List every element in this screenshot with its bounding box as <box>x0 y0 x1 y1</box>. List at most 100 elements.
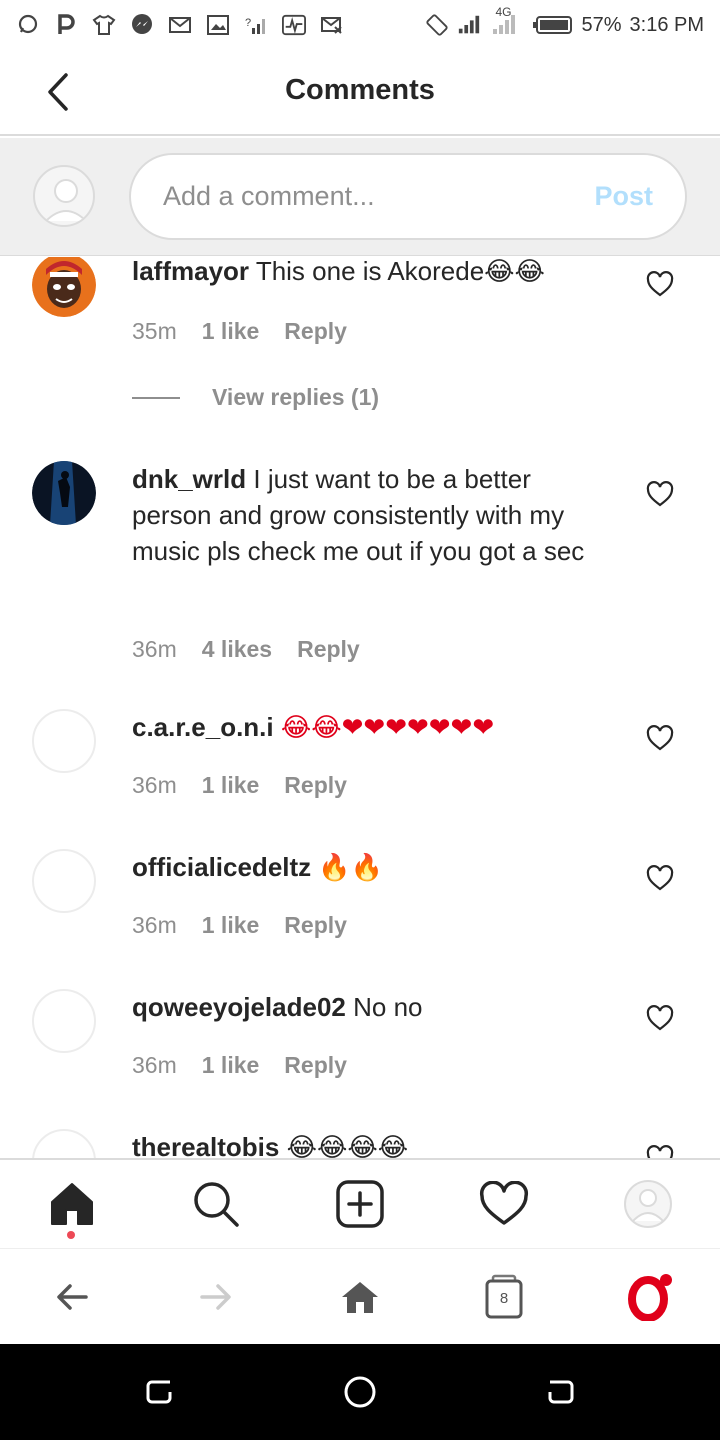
comment-meta: 35m 1 like Reply <box>132 318 347 345</box>
opera-menu-button[interactable] <box>624 1273 672 1321</box>
comment-meta: 36m 4 likes Reply <box>132 636 360 663</box>
like-heart-icon[interactable] <box>646 1145 674 1158</box>
nav-add-post-button[interactable] <box>332 1176 388 1232</box>
comment-likes[interactable]: 1 like <box>202 772 260 799</box>
comment-text: officialicedeltz 🔥🔥 <box>132 849 612 885</box>
battery-icon <box>531 13 573 37</box>
pulse-icon <box>282 13 306 37</box>
default-avatar-icon <box>45 179 87 222</box>
battery-percent: 57% <box>581 13 622 36</box>
p-app-icon <box>54 13 78 37</box>
home-circle-icon <box>344 1376 376 1408</box>
home-button[interactable] <box>340 1372 380 1412</box>
tshirt-icon <box>92 13 116 37</box>
divider-line <box>132 396 180 399</box>
network-type-label: 4G <box>495 5 512 19</box>
browser-forward-button[interactable] <box>192 1273 240 1321</box>
comment-text: therealtobis 😂😂😂😂 <box>132 1129 612 1158</box>
comment-item: c.a.r.e_o.n.i 😂😂❤❤❤❤❤❤❤ 36m 1 like Reply <box>0 709 720 819</box>
comment-box: Post <box>129 153 687 240</box>
comment-username[interactable]: officialicedeltz <box>132 852 311 882</box>
rotate-icon <box>425 13 449 37</box>
reply-button[interactable]: Reply <box>284 912 347 939</box>
comment-input[interactable] <box>163 181 595 212</box>
opera-icon <box>628 1274 672 1321</box>
browser-toolbar: 8 <box>0 1248 720 1344</box>
notification-dot <box>67 1231 75 1239</box>
comments-header: Comments <box>0 50 720 136</box>
comment-username[interactable]: qoweeyojelade02 <box>132 992 346 1022</box>
signal-unknown-icon: ? <box>244 13 268 37</box>
like-heart-icon[interactable] <box>646 725 674 751</box>
comment-body: No no <box>353 992 423 1022</box>
status-bar-notifications: ? <box>16 13 344 37</box>
comment-meta: 36m 1 like Reply <box>132 912 347 939</box>
svg-text:?: ? <box>245 17 251 29</box>
comment-time: 36m <box>132 912 177 938</box>
mail-off-icon <box>320 13 344 37</box>
comment-text: dnk_wrld I just want to be a better pers… <box>132 461 612 569</box>
comment-username[interactable]: dnk_wrld <box>132 464 246 494</box>
status-bar-system: 4G 57% 3:16 PM <box>425 5 704 37</box>
comment-time: 35m <box>132 318 177 344</box>
avatar <box>33 165 95 227</box>
comment-text: qoweeyojelade02 No no <box>132 989 612 1025</box>
comment-likes[interactable]: 1 like <box>202 912 260 939</box>
comment-username[interactable]: laffmayor <box>132 257 249 286</box>
app-bottom-nav <box>0 1158 720 1248</box>
avatar[interactable] <box>32 257 96 317</box>
like-heart-icon[interactable] <box>646 865 674 891</box>
nav-home-button[interactable] <box>44 1176 100 1232</box>
search-icon <box>194 1182 239 1227</box>
comments-list[interactable]: laffmayor This one is Akorede😂😂 35m 1 li… <box>0 257 720 1158</box>
view-replies-label: View replies (1) <box>212 384 380 410</box>
nav-search-button[interactable] <box>188 1176 244 1232</box>
page-title: Comments <box>285 74 435 106</box>
recents-button[interactable] <box>140 1372 180 1412</box>
avatar[interactable] <box>32 989 96 1053</box>
add-post-icon <box>336 1180 384 1228</box>
system-back-button[interactable] <box>540 1372 580 1412</box>
4g-signal-icon: 4G <box>489 5 523 37</box>
nav-profile-button[interactable] <box>620 1176 676 1232</box>
signal-icon <box>457 13 481 37</box>
tab-count: 8 <box>499 1290 509 1307</box>
home-icon <box>51 1183 93 1225</box>
comment-item: dnk_wrld I just want to be a better pers… <box>0 461 720 681</box>
comment-text: c.a.r.e_o.n.i 😂😂❤❤❤❤❤❤❤ <box>132 709 612 745</box>
cartoon-avatar-image <box>32 257 96 317</box>
comment-username[interactable]: c.a.r.e_o.n.i <box>132 712 274 742</box>
gallery-icon <box>206 13 230 37</box>
browser-back-button[interactable] <box>48 1273 96 1321</box>
reply-button[interactable]: Reply <box>297 636 360 663</box>
comment-text: laffmayor This one is Akorede😂😂 <box>132 257 612 289</box>
browser-tabs-button[interactable]: 8 <box>480 1273 528 1321</box>
comment-likes[interactable]: 4 likes <box>202 636 272 663</box>
comment-username[interactable]: therealtobis <box>132 1132 279 1158</box>
post-button[interactable]: Post <box>594 181 653 212</box>
like-heart-icon[interactable] <box>646 271 674 297</box>
browser-home-button[interactable] <box>336 1273 384 1321</box>
comment-item: officialicedeltz 🔥🔥 36m 1 like Reply <box>0 849 720 959</box>
chat-bubble-icon <box>16 13 40 37</box>
comment-time: 36m <box>132 1052 177 1078</box>
view-replies-button[interactable]: View replies (1) <box>132 384 379 411</box>
reply-button[interactable]: Reply <box>284 1052 347 1079</box>
like-heart-icon[interactable] <box>646 481 674 507</box>
avatar[interactable] <box>32 709 96 773</box>
recents-icon <box>146 1380 172 1404</box>
comment-item: qoweeyojelade02 No no 36m 1 like Reply <box>0 989 720 1099</box>
comment-body: This one is Akorede😂😂 <box>255 257 545 286</box>
comment-likes[interactable]: 1 like <box>202 318 260 345</box>
avatar[interactable] <box>32 1129 96 1158</box>
avatar[interactable] <box>32 849 96 913</box>
like-heart-icon[interactable] <box>646 1005 674 1031</box>
reply-button[interactable]: Reply <box>284 772 347 799</box>
avatar[interactable] <box>32 461 96 525</box>
comment-likes[interactable]: 1 like <box>202 1052 260 1079</box>
comment-composer: Post <box>0 138 720 256</box>
messenger-icon <box>130 13 154 37</box>
reply-button[interactable]: Reply <box>284 318 347 345</box>
nav-activity-button[interactable] <box>476 1176 532 1232</box>
system-nav-bar <box>0 1344 720 1440</box>
